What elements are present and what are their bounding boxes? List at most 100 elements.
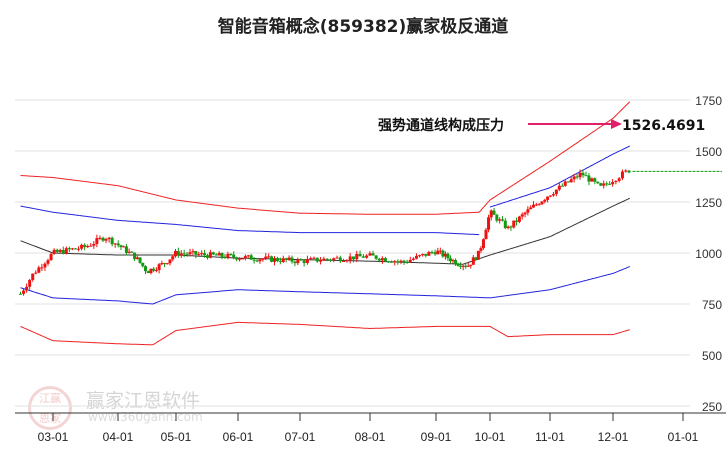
candle-body <box>500 219 504 221</box>
y-tick-label: 500 <box>702 349 722 363</box>
candle-body <box>217 253 221 256</box>
candle-body <box>61 249 65 254</box>
candle-body <box>492 210 496 215</box>
candle-body <box>163 263 167 265</box>
candle-body <box>365 255 369 258</box>
channel-line-upper-inner <box>20 205 480 236</box>
candle-body <box>587 175 591 182</box>
candle-body <box>275 258 279 262</box>
candle-body <box>135 257 139 260</box>
channel-line-lower-inner <box>20 266 630 305</box>
candle-body <box>402 260 406 263</box>
candle-body <box>456 264 460 266</box>
candle-body <box>214 254 218 256</box>
x-tick-label: 11-01 <box>535 430 565 444</box>
candle-body <box>49 253 53 261</box>
candle-body <box>335 257 339 259</box>
y-tick-label: 1500 <box>695 145 722 159</box>
y-tick-label: 250 <box>702 400 722 414</box>
candle-body <box>40 267 44 269</box>
candle-body <box>124 246 128 253</box>
candle-body <box>427 252 431 256</box>
candle-body <box>252 259 256 261</box>
candle-body <box>116 243 120 246</box>
candle-body <box>554 189 558 195</box>
candle-body <box>223 256 227 258</box>
candle-body <box>383 258 387 262</box>
candle-body <box>348 256 352 261</box>
candle-body <box>484 229 488 240</box>
candle-body <box>113 243 117 245</box>
candle-body <box>19 293 22 295</box>
candle-body <box>361 256 365 258</box>
candle-body <box>143 266 147 272</box>
candle-body <box>596 181 600 184</box>
candle-body <box>246 255 250 257</box>
candle-body <box>325 258 329 260</box>
x-tick-label: 07-01 <box>285 430 316 444</box>
candle-body <box>338 257 342 262</box>
candle-body <box>390 261 394 263</box>
candle-body <box>617 178 621 181</box>
candle-body <box>235 257 239 260</box>
candle-body <box>380 258 384 261</box>
candle-body <box>575 176 579 178</box>
candle-body <box>138 257 142 263</box>
candle-body <box>572 176 576 180</box>
candle-body <box>258 259 262 262</box>
candle-body <box>322 258 326 261</box>
candle-body <box>581 172 585 176</box>
candle-body <box>408 259 412 263</box>
candle-body <box>487 217 491 230</box>
candle-body <box>80 244 84 249</box>
candle-body <box>133 252 137 260</box>
candle-body <box>240 258 244 260</box>
candle-body <box>315 257 319 262</box>
x-tick-label: 10-01 <box>475 430 506 444</box>
candle-body <box>226 253 230 258</box>
x-tick-label: 04-01 <box>103 430 134 444</box>
candle-body <box>377 258 381 261</box>
candle-body <box>319 260 323 262</box>
channel-line-lower-outer <box>20 321 630 346</box>
candle-body <box>566 181 570 183</box>
candle-body <box>418 255 422 257</box>
candle-body <box>551 194 555 196</box>
candle-body <box>220 253 224 257</box>
candle-body <box>446 253 450 259</box>
candle-body <box>498 219 502 221</box>
candle-body <box>284 258 288 260</box>
candle-body <box>122 246 126 248</box>
candle-body <box>149 268 153 274</box>
candle-body <box>620 171 624 179</box>
candle-body <box>152 268 156 271</box>
candle-body <box>31 273 35 280</box>
candle-body <box>281 258 285 262</box>
candle-body <box>305 259 309 264</box>
candle-body <box>58 249 62 252</box>
candle-body <box>141 262 145 267</box>
candle-body <box>523 212 527 215</box>
candle-body <box>200 253 204 255</box>
candle-body <box>273 258 277 262</box>
candle-body <box>37 267 41 273</box>
y-tick-label: 750 <box>702 298 722 312</box>
candle-body <box>534 204 538 206</box>
candle-body <box>611 182 615 185</box>
candle-body <box>243 256 247 259</box>
candle-body <box>290 257 294 262</box>
candle-body <box>368 253 372 256</box>
candle-body <box>503 220 507 229</box>
candle-body <box>188 252 192 255</box>
candle-body <box>614 180 618 183</box>
candle-body <box>293 261 297 264</box>
candle-body <box>165 263 169 265</box>
candle-body <box>191 251 195 253</box>
candle-body <box>520 214 524 217</box>
candle-body <box>22 290 26 294</box>
candle-body <box>627 170 631 173</box>
candle-body <box>540 201 544 205</box>
candle-body <box>270 256 274 262</box>
x-tick-label: 09-01 <box>421 430 452 444</box>
candle-body <box>73 248 77 250</box>
